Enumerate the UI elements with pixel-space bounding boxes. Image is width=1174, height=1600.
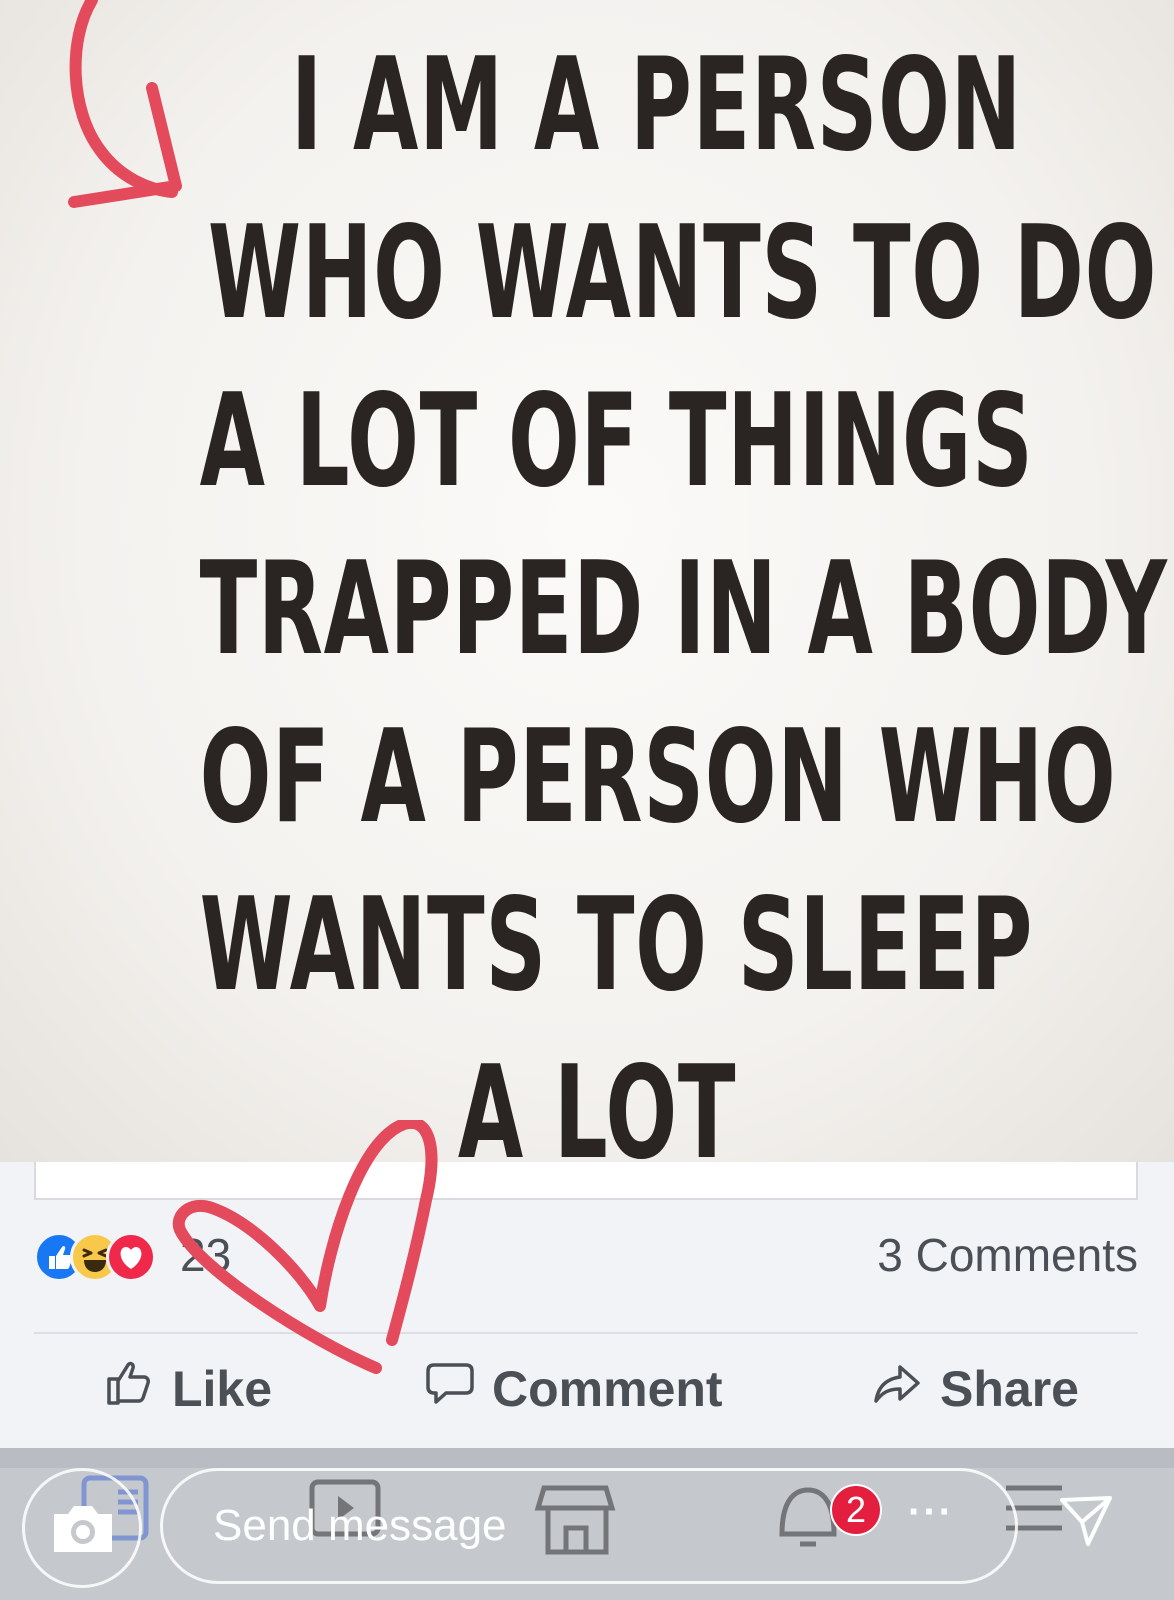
share-button[interactable]: Share (872, 1334, 1079, 1444)
meme-line: WHO WANTS TO DO (207, 199, 1158, 348)
love-reaction-icon (106, 1232, 156, 1282)
message-placeholder: Send message (213, 1501, 507, 1550)
send-message-input[interactable]: Send message (160, 1468, 1018, 1584)
more-options-icon[interactable]: ··· (908, 1490, 954, 1535)
story-screen: I AM A PERSON WHO WANTS TO DO A LOT OF T… (0, 0, 1174, 1600)
arrow-doodle-icon (68, 0, 182, 208)
share-label: Share (940, 1361, 1079, 1417)
story-reply-bar: Send message 2 ··· (0, 1468, 1174, 1600)
meme-line: I AM A PERSON (290, 31, 1022, 180)
reactions-summary[interactable]: 23 3 Comments (34, 1226, 1138, 1286)
meme-line: A LOT OF THINGS (199, 367, 1034, 516)
meme-line: TRAPPED IN A BODY (199, 535, 1168, 684)
reaction-count: 23 (180, 1229, 232, 1281)
comments-count-link[interactable]: 3 Comments (877, 1230, 1138, 1280)
meme-line: A LOT (457, 1039, 737, 1162)
thumbs-up-icon (104, 1357, 156, 1421)
comment-button[interactable]: Comment (424, 1334, 723, 1444)
speech-bubble-icon (424, 1357, 476, 1421)
notification-badge: 2 (830, 1484, 882, 1536)
post-actions: Like Comment Share (0, 1334, 1174, 1444)
meme-line: OF A PERSON WHO (199, 703, 1117, 852)
like-button[interactable]: Like (104, 1334, 272, 1444)
like-label: Like (172, 1361, 273, 1417)
link-preview-card (34, 1162, 1138, 1200)
bottom-separator (0, 1448, 1174, 1468)
comment-label: Comment (492, 1361, 723, 1417)
post-footer: 23 3 Comments Like Comment Share (0, 1162, 1174, 1452)
camera-icon (50, 1502, 116, 1559)
meme-line: WANTS TO SLEEP (199, 871, 1034, 1020)
send-arrow-icon[interactable] (1058, 1492, 1114, 1553)
meme-image: I AM A PERSON WHO WANTS TO DO A LOT OF T… (0, 0, 1174, 1162)
share-arrow-icon (872, 1357, 924, 1421)
